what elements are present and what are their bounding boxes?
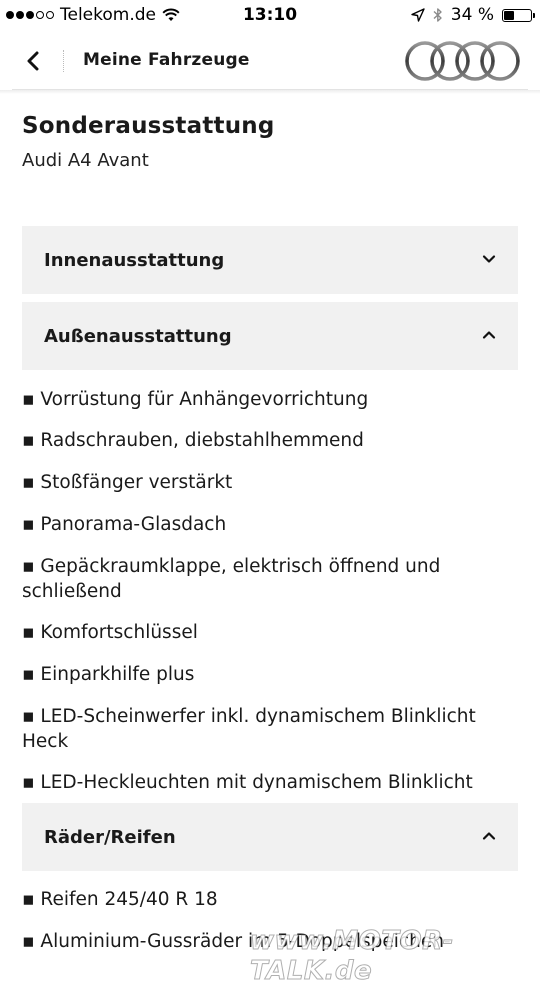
- list-item: ▪ Vorrüstung für Anhängevorrichtung: [22, 389, 369, 410]
- list-item: ▪ Gepäckraumklappe, elektrisch öffnend u…: [22, 556, 441, 602]
- chevron-up-icon: [482, 331, 496, 339]
- page-title: Sonderausstattung: [22, 113, 275, 139]
- section-label: Außenausstattung: [44, 326, 232, 347]
- section-header-aussenausstattung[interactable]: Außenausstattung: [22, 302, 518, 370]
- page-subtitle: Audi A4 Avant: [22, 150, 149, 171]
- chevron-left-icon: [27, 51, 39, 71]
- watermark: www.MOTOR-TALK.de: [250, 926, 454, 986]
- nav-title: Meine Fahrzeuge: [83, 50, 250, 70]
- chevron-down-icon: [482, 255, 496, 263]
- section-label: Räder/Reifen: [44, 827, 176, 848]
- location-arrow-icon: [411, 8, 425, 22]
- list-item: ▪ Komfortschlüssel: [22, 622, 198, 643]
- section-label: Innenausstattung: [44, 250, 225, 271]
- battery-percent: 34 %: [450, 5, 494, 25]
- navigation-bar: Meine Fahrzeuge: [0, 32, 540, 90]
- list-item: ▪ Reifen 245/40 R 18: [22, 889, 218, 910]
- list-item: ▪ Stoßfänger verstärkt: [22, 472, 233, 493]
- nav-divider: [63, 50, 64, 72]
- list-item: ▪ Panorama-Glasdach: [22, 514, 227, 535]
- battery-icon: [502, 8, 535, 22]
- bluetooth-icon: [433, 8, 442, 22]
- section-header-innenausstattung[interactable]: Innenausstattung: [22, 226, 518, 294]
- back-button[interactable]: [18, 46, 48, 76]
- status-bar: Telekom.de 13:10 34 %: [0, 0, 540, 32]
- section-header-raeder-reifen[interactable]: Räder/Reifen: [22, 803, 518, 871]
- audi-rings-logo: [405, 41, 520, 81]
- list-item: ▪ LED-Scheinwerfer inkl. dynamischem Bli…: [22, 706, 476, 752]
- list-item: ▪ LED-Heckleuchten mit dynamischem Blink…: [22, 772, 473, 793]
- list-item: ▪ Radschrauben, diebstahlhemmend: [22, 430, 364, 451]
- status-right: 34 %: [411, 5, 535, 25]
- list-item: ▪ Einparkhilfe plus: [22, 664, 195, 685]
- nav-shadow: [0, 90, 540, 94]
- chevron-up-icon: [482, 832, 496, 840]
